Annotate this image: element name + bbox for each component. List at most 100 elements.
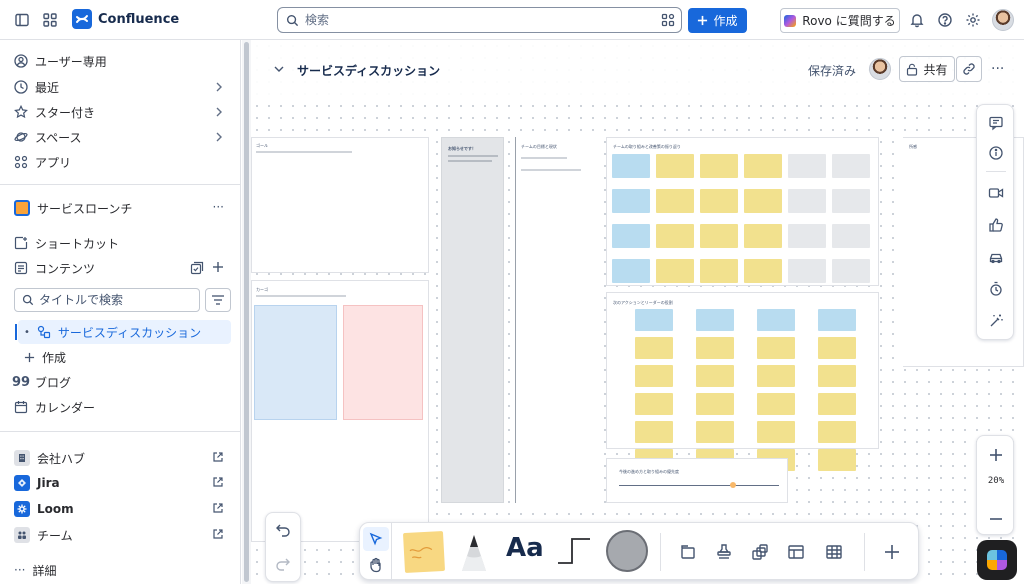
app-switcher-icon[interactable] (38, 8, 62, 32)
sticky-note[interactable] (757, 309, 795, 331)
create-button[interactable]: 作成 (688, 8, 747, 33)
text-tool-icon[interactable]: Aa (506, 533, 544, 563)
more-actions-button[interactable]: ··· (991, 60, 1009, 78)
sticky-note[interactable] (696, 393, 734, 415)
app-item-loom[interactable]: Loom (8, 497, 232, 521)
undo-icon[interactable] (275, 521, 291, 537)
table-icon[interactable] (824, 542, 844, 562)
space-more-button[interactable]: ··· (213, 200, 224, 214)
sidebar-item-content[interactable]: コンテンツ (8, 256, 232, 280)
sticky-note[interactable] (612, 259, 650, 283)
sticky-note[interactable] (744, 189, 782, 213)
sticky-note[interactable] (832, 259, 870, 283)
share-button[interactable]: 共有 (899, 56, 955, 82)
frame-goal[interactable]: ゴール (251, 137, 429, 273)
space-header[interactable]: サービスローンチ ··· (8, 196, 232, 220)
sticky-note[interactable] (696, 309, 734, 331)
sticky-note[interactable] (818, 421, 856, 443)
sticky-note[interactable] (818, 449, 856, 471)
sticky-note-tool[interactable] (402, 530, 446, 574)
timer-icon[interactable] (986, 279, 1006, 299)
sidebar-item-for-you[interactable]: ユーザー専用 (8, 49, 232, 73)
select-mode-button[interactable] (363, 527, 389, 551)
sticky-note[interactable] (744, 224, 782, 248)
zoom-level[interactable]: 20% (977, 476, 1015, 486)
sticky-note[interactable] (696, 365, 734, 387)
sticky-note[interactable] (635, 337, 673, 359)
sticky-note[interactable] (788, 224, 826, 248)
collaborator-avatar[interactable] (869, 58, 891, 80)
confluence-logo[interactable]: Confluence (72, 9, 179, 29)
sticky-note[interactable] (612, 224, 650, 248)
shape-tool[interactable] (606, 530, 648, 572)
sticky-note[interactable] (700, 154, 738, 178)
sticky-note[interactable] (635, 421, 673, 443)
add-content-plus-icon[interactable] (212, 261, 224, 273)
app-item-jira[interactable]: Jira (8, 471, 232, 495)
frame-team-goals[interactable]: チームの目標と現状 (517, 137, 594, 503)
content-filter-icon[interactable] (190, 261, 204, 275)
stamp-icon[interactable] (714, 542, 734, 562)
sticky-note[interactable] (832, 154, 870, 178)
search-input[interactable] (305, 13, 645, 27)
sidebar-item-shortcuts[interactable]: ショートカット (8, 231, 232, 255)
sidebar-scrollbar[interactable] (242, 40, 251, 584)
rovo-ask-button[interactable]: Rovo に質問する (780, 8, 900, 33)
sidebar-item-apps[interactable]: アプリ (8, 150, 232, 174)
sticky-note[interactable] (832, 224, 870, 248)
sticky-note[interactable] (744, 154, 782, 178)
sticky-note[interactable] (612, 189, 650, 213)
thumbs-up-icon[interactable] (986, 215, 1006, 235)
zoom-out-icon[interactable] (987, 510, 1005, 528)
rovo-chat-button[interactable] (977, 540, 1017, 580)
magic-wand-icon[interactable] (986, 311, 1006, 331)
sidebar-item-recent[interactable]: 最近 (8, 75, 232, 99)
tree-item-create[interactable]: 作成 (18, 345, 231, 369)
connector-tool[interactable] (556, 535, 592, 567)
tree-search-input[interactable] (39, 293, 189, 307)
sticky-note[interactable] (635, 393, 673, 415)
sticky-note[interactable] (656, 259, 694, 283)
sticky-note[interactable] (818, 337, 856, 359)
frame-timeline[interactable]: 今後の進め方と取り組みの優先度 (606, 458, 788, 503)
sidebar-item-more[interactable]: ··· 詳細 (8, 558, 232, 582)
sticky-note[interactable] (788, 259, 826, 283)
sticky-note[interactable] (696, 421, 734, 443)
sticky-note[interactable] (757, 337, 795, 359)
frame-retrospective[interactable]: チームの取り組みと改善策の振り返り (606, 137, 879, 286)
sticky-note[interactable] (656, 189, 694, 213)
sticky-note[interactable] (788, 154, 826, 178)
sticky-note[interactable] (818, 309, 856, 331)
whiteboard-canvas[interactable]: ゴール カーゴ お知らせです！ チームの目標と現状 チームの取り組みと改善策の振… (251, 40, 1024, 584)
sidebar-item-spaces[interactable]: スペース (8, 125, 232, 149)
frame-next-actions[interactable]: 次のアクションとリーダーの役割 (606, 292, 879, 471)
sidebar-item-calendar[interactable]: カレンダー (8, 395, 232, 419)
copy-link-button[interactable] (956, 56, 982, 82)
sticky-note[interactable] (757, 421, 795, 443)
sort-button[interactable] (205, 288, 231, 312)
settings-gear-icon[interactable] (961, 8, 985, 32)
tree-item-service-discussion[interactable]: • サービスディスカッション (15, 320, 231, 344)
sticky-note[interactable] (656, 224, 694, 248)
sticky-note[interactable] (656, 154, 694, 178)
sticky-note[interactable] (700, 224, 738, 248)
sticky-note[interactable] (832, 189, 870, 213)
sticky-note[interactable] (696, 337, 734, 359)
search-filter-icon[interactable] (661, 13, 675, 27)
sticky-note[interactable] (635, 365, 673, 387)
frame-icon[interactable] (678, 542, 698, 562)
sidebar-item-starred[interactable]: スター付き (8, 100, 232, 124)
app-item-company-hub[interactable]: 会社ハブ (8, 446, 232, 470)
announcement-card[interactable]: お知らせです！ (441, 137, 504, 503)
sticky-note[interactable] (700, 259, 738, 283)
user-avatar[interactable] (992, 9, 1014, 31)
notifications-bell-icon[interactable] (905, 8, 929, 32)
collapse-chevron-icon[interactable] (273, 64, 285, 74)
scrollbar-thumb[interactable] (244, 42, 249, 582)
tree-search[interactable] (14, 288, 200, 312)
video-camera-icon[interactable] (986, 183, 1006, 203)
sticky-note[interactable] (635, 309, 673, 331)
redo-icon[interactable] (275, 555, 291, 571)
help-icon[interactable] (933, 8, 957, 32)
sticky-note[interactable] (612, 154, 650, 178)
